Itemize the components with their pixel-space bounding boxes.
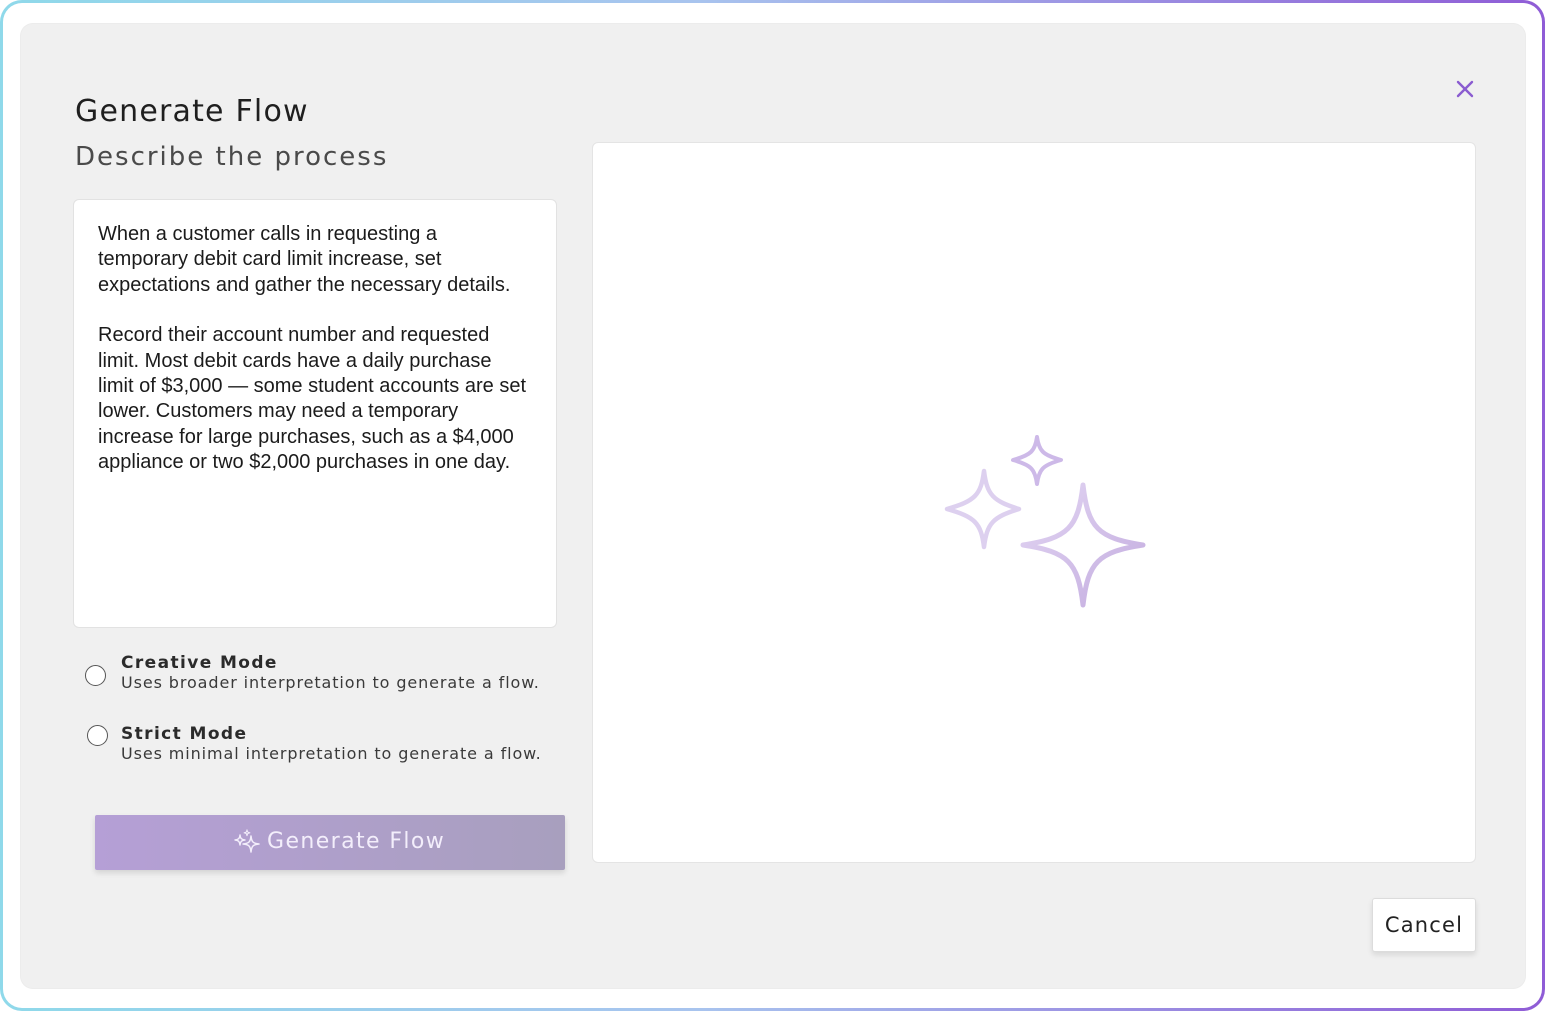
creative-mode-radio[interactable] — [85, 665, 106, 686]
sparkles-icon — [944, 435, 1146, 608]
strict-mode-label: Strict Mode — [121, 724, 248, 744]
strict-mode-radio[interactable] — [87, 725, 108, 746]
dialog-subtitle: Describe the process — [75, 142, 389, 172]
strict-mode-hint: Uses minimal interpretation to generate … — [121, 744, 542, 763]
strict-mode-option[interactable]: Strict Mode Uses minimal interpretation … — [83, 724, 553, 772]
creative-mode-label: Creative Mode — [121, 653, 278, 673]
process-description-textarea[interactable]: When a customer calls in requesting a te… — [73, 199, 557, 628]
description-paragraph: When a customer calls in requesting a te… — [98, 223, 511, 296]
generate-flow-label: Generate Flow — [267, 829, 446, 854]
generate-flow-button[interactable]: Generate Flow — [95, 815, 565, 870]
close-icon — [1456, 80, 1474, 98]
generate-flow-dialog: Generate Flow Describe the process When … — [21, 24, 1525, 988]
creative-mode-option[interactable]: Creative Mode Uses broader interpretatio… — [83, 653, 553, 701]
dialog-title: Generate Flow — [75, 94, 309, 129]
creative-mode-hint: Uses broader interpretation to generate … — [121, 673, 540, 692]
flow-preview-panel — [592, 142, 1476, 863]
window-frame: Generate Flow Describe the process When … — [0, 0, 1545, 1011]
window-body: Generate Flow Describe the process When … — [3, 3, 1542, 1008]
description-paragraph: Record their account number and requeste… — [98, 324, 526, 474]
sparkles-icon — [234, 829, 260, 853]
close-button[interactable] — [1448, 72, 1482, 106]
cancel-button[interactable]: Cancel — [1372, 898, 1476, 952]
